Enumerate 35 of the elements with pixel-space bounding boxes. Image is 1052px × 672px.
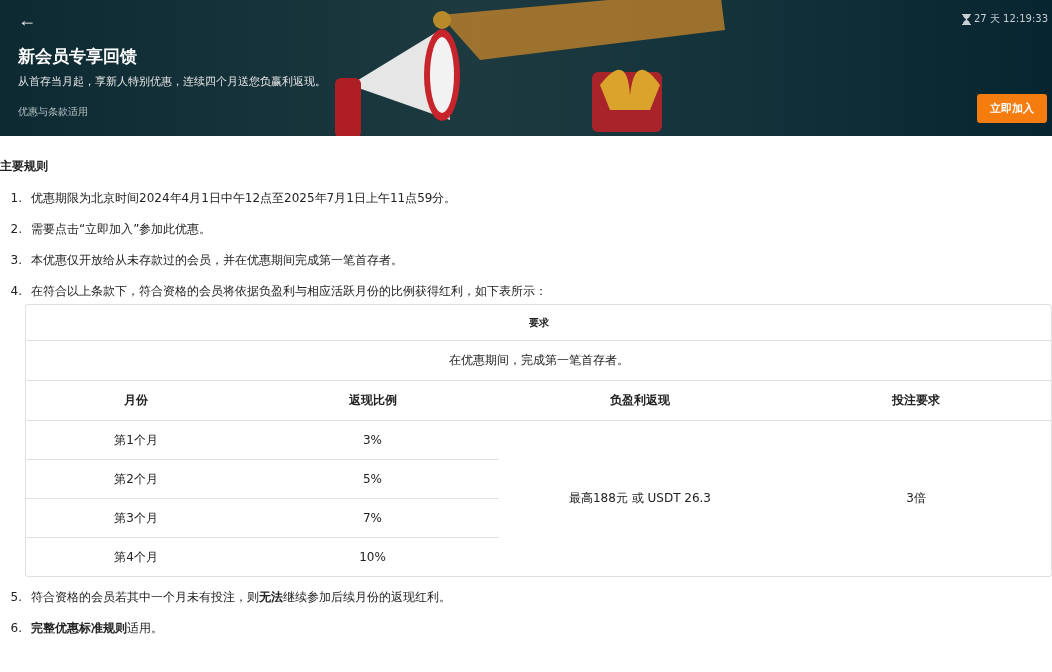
table-cell-text: 最高188元 或 USDT 26.3 bbox=[567, 490, 712, 507]
table-cell: 第1个月 bbox=[26, 421, 246, 460]
table-cell: 第2个月 bbox=[26, 460, 246, 499]
column-header: 月份 bbox=[26, 381, 246, 421]
list-number: 5. bbox=[9, 589, 22, 606]
column-header: 返现比例 bbox=[246, 381, 499, 421]
table-cell: 3% bbox=[246, 421, 499, 460]
back-button[interactable]: ← bbox=[18, 10, 36, 31]
column-header: 投注要求 bbox=[781, 381, 1051, 421]
promo-subtitle: 从首存当月起，享新人特别优惠，连续四个月送您负赢利返现。 bbox=[18, 74, 326, 89]
table-cell-text: 10% bbox=[358, 549, 387, 566]
table-cell: 第3个月 bbox=[26, 499, 246, 538]
terms-link[interactable]: 优惠与条款适用 bbox=[18, 105, 88, 119]
table-title: 要求 bbox=[26, 305, 1051, 341]
list-number: 6. bbox=[9, 620, 22, 637]
list-number: 3. bbox=[9, 252, 22, 269]
table-cell: 5% bbox=[246, 460, 499, 499]
rule-text: 在符合以上条款下，符合资格的会员将依据负盈利与相应活跃月份的比例获得红利，如下表所示： bbox=[31, 283, 547, 300]
hourglass-icon bbox=[962, 13, 971, 25]
rule-text: 优惠期限为北京时间2024年4月1日中午12点至2025年7月1日上午11点59分。 bbox=[31, 190, 457, 207]
countdown-timer: 27 天 12:19:33 bbox=[974, 12, 1048, 26]
rule-text: 完整优惠标准规则适用。 bbox=[31, 620, 163, 637]
list-number: 1. bbox=[9, 190, 22, 207]
rule-text: 本优惠仅开放给从未存款过的会员，并在优惠期间完成第一笔首存者。 bbox=[31, 252, 403, 269]
promo-title: 新会员专享回馈 bbox=[18, 45, 138, 68]
table-cell-text: 第4个月 bbox=[113, 548, 159, 566]
table-cell-text: 3倍 bbox=[905, 490, 927, 507]
list-number: 2. bbox=[9, 221, 22, 238]
table-cell: 在优惠期间，完成第一笔首存者。 bbox=[26, 341, 1051, 381]
table-cell: 7% bbox=[246, 499, 499, 538]
list-number: 4. bbox=[9, 283, 22, 300]
rule-text: 需要点击“立即加入”参加此优惠。 bbox=[31, 221, 212, 238]
rule-text: 符合资格的会员若其中一个月未有投注，则无法继续参加后续月份的返现红利。 bbox=[31, 589, 451, 606]
column-header: 负盈利返现 bbox=[499, 381, 781, 421]
section-heading: 主要规则 bbox=[0, 158, 49, 175]
